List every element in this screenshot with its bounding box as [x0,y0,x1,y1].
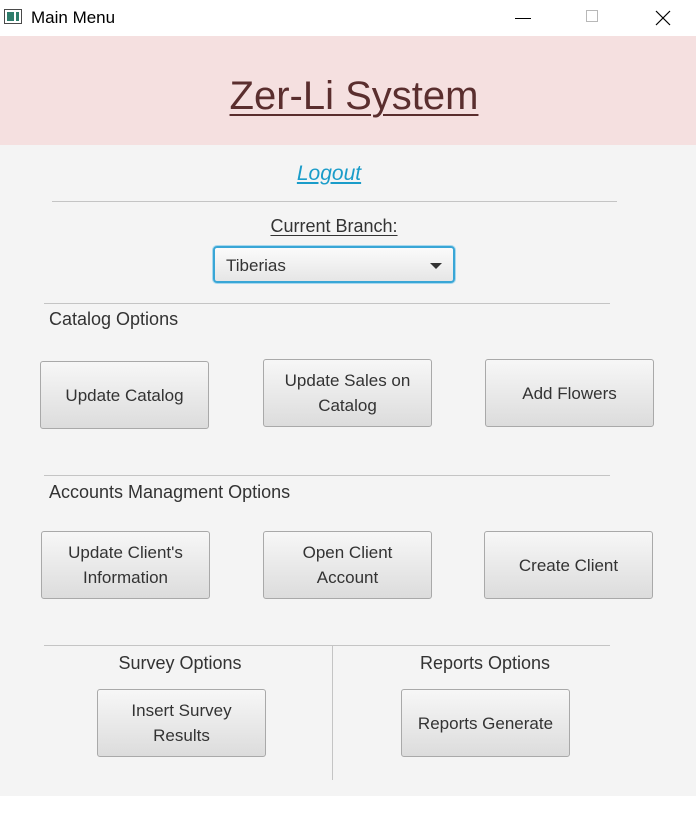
catalog-options-label: Catalog Options [49,309,179,329]
survey-options-label: Survey Options [118,653,242,673]
divider [44,645,610,646]
divider [44,303,610,304]
title-bar: Main Menu [0,0,696,36]
add-flowers-button[interactable]: Add Flowers [485,359,654,427]
reports-options-label: Reports Options [419,653,551,673]
app-icon [4,9,22,24]
reports-generate-button[interactable]: Reports Generate [401,689,570,757]
vertical-divider [332,645,333,780]
system-title: Zer-Li System [229,74,479,118]
window-title: Main Menu [31,8,116,27]
close-icon [655,10,671,26]
insert-survey-results-button[interactable]: Insert Survey Results [97,689,266,757]
chevron-down-icon [430,263,442,269]
open-client-account-button[interactable]: Open Client Account [263,531,432,599]
update-sales-on-catalog-button[interactable]: Update Sales on Catalog [263,359,432,427]
branch-select[interactable]: Tiberias [213,246,455,283]
minimize-button[interactable] [511,6,535,30]
accounts-options-label: Accounts Managment Options [49,482,291,502]
create-client-button[interactable]: Create Client [484,531,653,599]
update-client-info-button[interactable]: Update Client's Information [41,531,210,599]
update-catalog-button[interactable]: Update Catalog [40,361,209,429]
maximize-button[interactable] [580,6,604,30]
current-branch-label: Current Branch: [270,216,398,236]
header-band: Zer-Li System [0,36,696,145]
branch-select-value: Tiberias [226,256,286,275]
close-button[interactable] [651,6,675,30]
main-content: Zer-Li System Logout Current Branch: Tib… [0,36,696,796]
divider [44,475,610,476]
divider [52,201,617,202]
logout-link[interactable]: Logout [229,162,429,186]
